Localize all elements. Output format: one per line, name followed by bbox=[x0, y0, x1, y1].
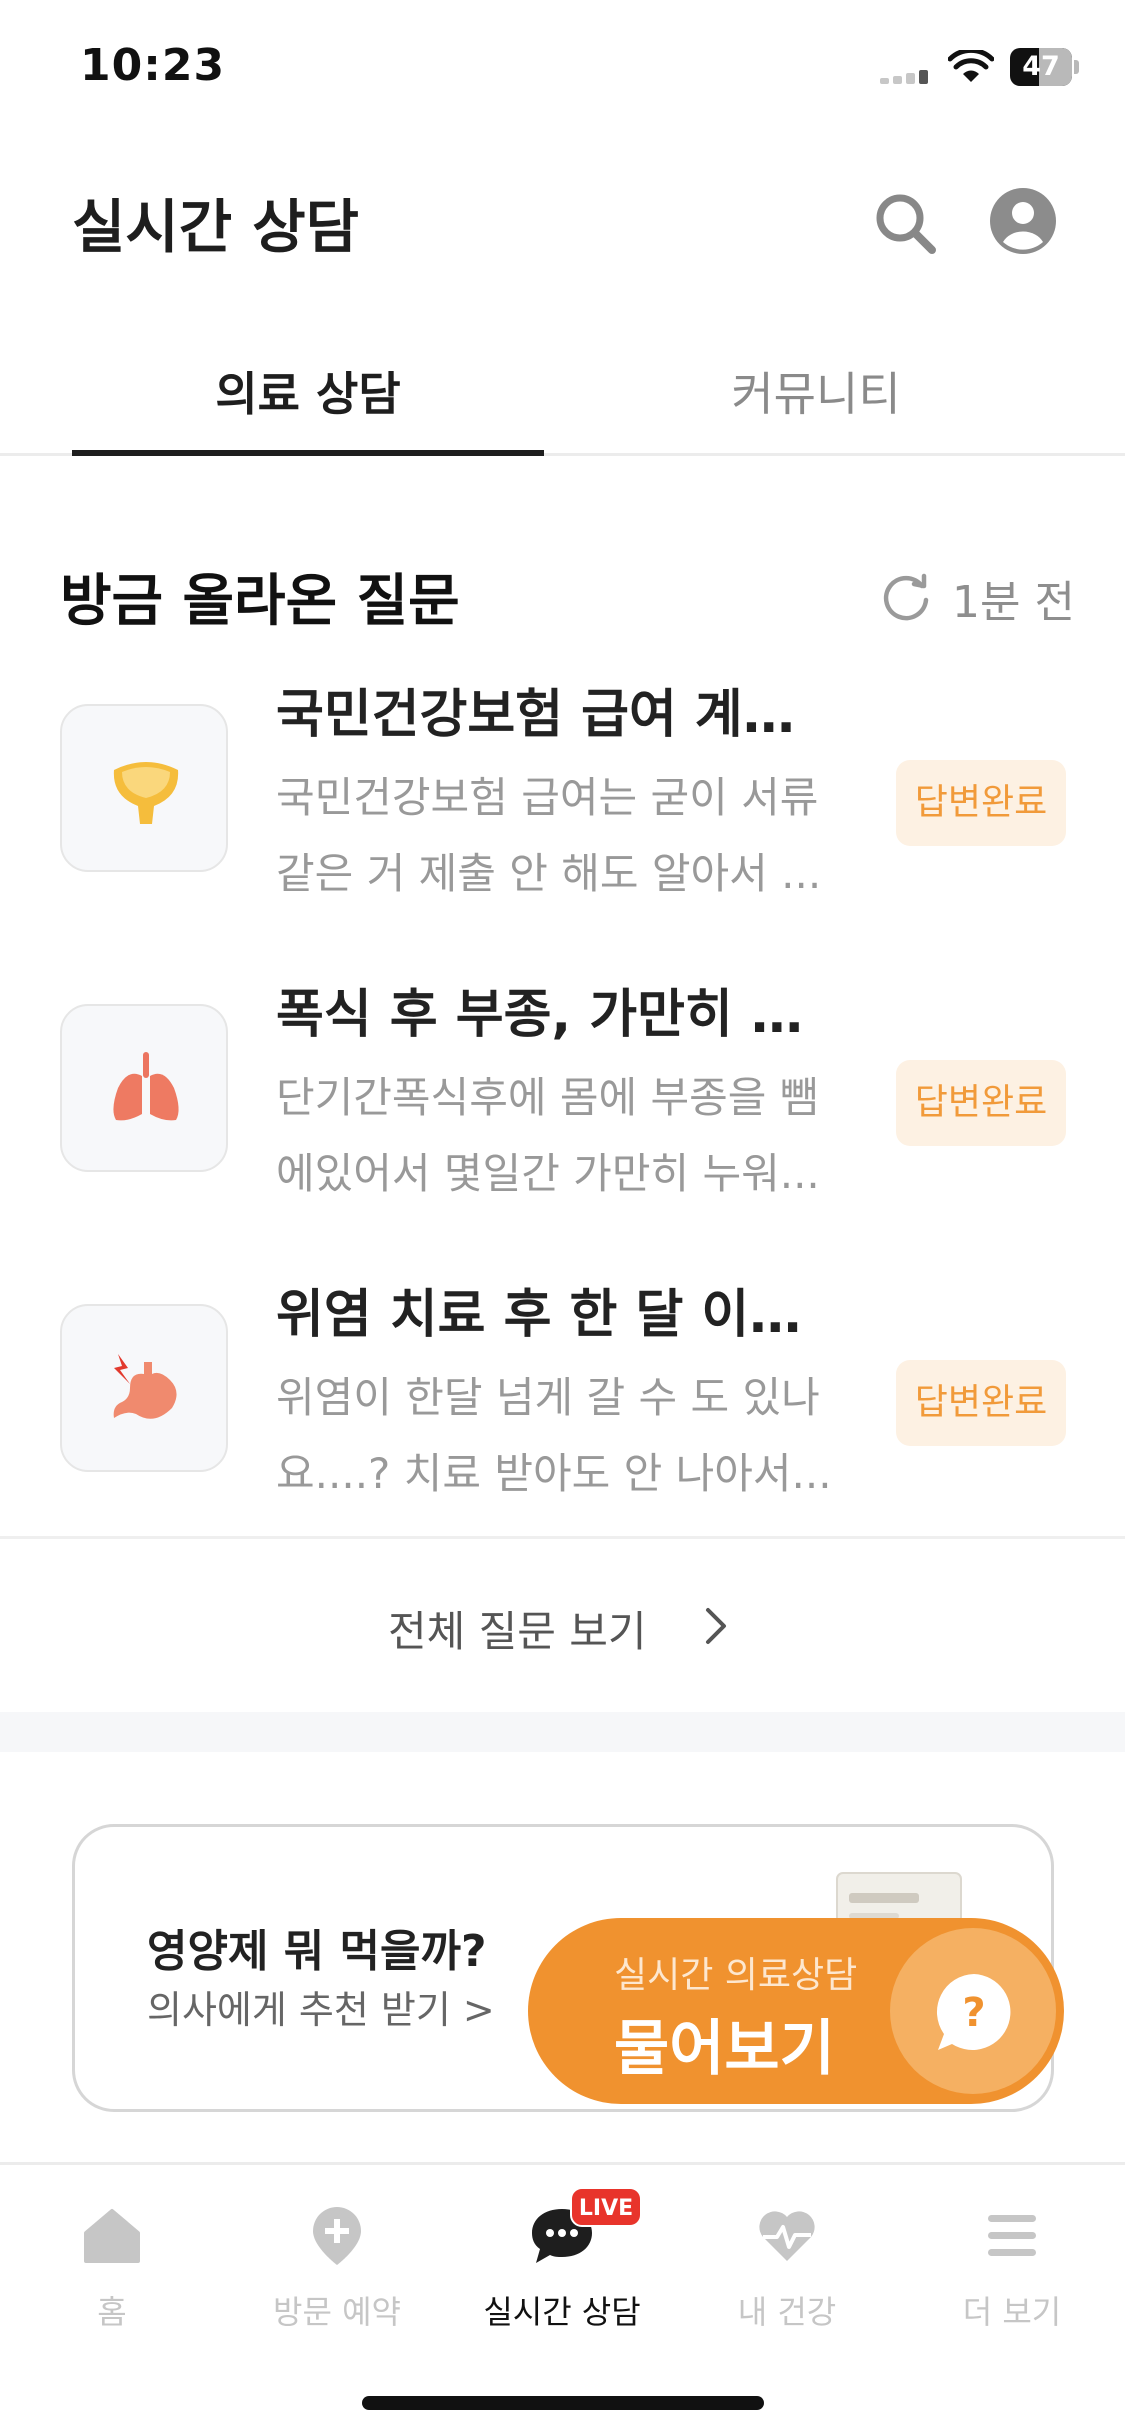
nav-my-health[interactable]: 내 건강 bbox=[687, 2195, 887, 2345]
status-time: 10:23 bbox=[80, 40, 226, 91]
location-plus-icon bbox=[313, 2207, 361, 2265]
chevron-right-icon bbox=[706, 1608, 726, 1644]
tab-medical-consult[interactable]: 의료 상담 bbox=[72, 358, 544, 424]
profile-icon[interactable] bbox=[988, 186, 1058, 256]
question-preview-line: 위염이 한달 넘게 갈 수 도 있나 bbox=[276, 1373, 820, 1422]
divider bbox=[0, 1536, 1125, 1539]
nav-label: 홈 bbox=[97, 2293, 127, 2331]
ask-icon-circle: ? bbox=[890, 1928, 1056, 2094]
question-item[interactable]: 위염 치료 후 한 달 이상 ... 위염이 한달 넘게 갈 수 도 있나 요.… bbox=[0, 1272, 1125, 1522]
answered-badge: 답변완료 bbox=[896, 1060, 1066, 1146]
question-preview: 위염이 한달 넘게 갈 수 도 있나 요....? 치료 받아도 안 나아서..… bbox=[276, 1360, 832, 1512]
banner-title: 영양제 뭐 먹을까? bbox=[147, 1926, 487, 1977]
nav-visit-booking[interactable]: 방문 예약 bbox=[237, 2195, 437, 2345]
answered-badge: 답변완료 bbox=[896, 760, 1066, 846]
answered-badge: 답변완료 bbox=[896, 1360, 1066, 1446]
section-title: 방금 올라온 질문 bbox=[60, 569, 460, 634]
tab-community[interactable]: 커뮤니티 bbox=[580, 358, 1052, 424]
refresh-icon[interactable] bbox=[878, 568, 934, 624]
updated-time: 1분 전 bbox=[952, 577, 1075, 628]
question-preview: 단기간폭식후에 몸에 부종을 뺌 에있어서 몇일간 가만히 누워... bbox=[276, 1060, 832, 1212]
nav-more[interactable]: 더 보기 bbox=[912, 2195, 1112, 2345]
ask-button-subtitle: 실시간 의료상담 bbox=[614, 1955, 858, 1996]
wifi-icon bbox=[948, 50, 994, 82]
heart-pulse-icon bbox=[759, 2211, 815, 2261]
nav-home[interactable]: 홈 bbox=[12, 2195, 212, 2345]
battery-icon: 47 bbox=[1010, 48, 1079, 86]
question-title: 국민건강보험 급여 계산... bbox=[276, 685, 836, 745]
live-badge: LIVE bbox=[570, 2187, 642, 2227]
lungs-icon bbox=[113, 1052, 179, 1121]
svg-text:?: ? bbox=[962, 1990, 985, 2036]
question-preview-line: 국민건강보험 급여는 굳이 서류 bbox=[276, 773, 819, 822]
battery-level: 47 bbox=[1022, 51, 1060, 82]
view-all-label: 전체 질문 보기 bbox=[388, 1607, 647, 1656]
question-preview-line: 단기간폭식후에 몸에 부종을 뺌 bbox=[276, 1073, 819, 1122]
question-icon-box bbox=[60, 1004, 228, 1172]
menu-icon bbox=[988, 2215, 1036, 2256]
view-all-questions-button[interactable]: 전체 질문 보기 bbox=[0, 1540, 1125, 1710]
question-bubble-icon: ? bbox=[936, 1974, 1011, 2050]
question-title: 폭식 후 부종, 가만히 누... bbox=[276, 985, 836, 1045]
bottom-nav: 홈 방문 예약 LIVE 실시간 상담 내 건강 더 보기 bbox=[0, 2162, 1125, 2436]
section-separator bbox=[0, 1712, 1125, 1752]
question-preview-line: 에있어서 몇일간 가만히 누워... bbox=[276, 1149, 820, 1198]
nav-label: 더 보기 bbox=[962, 2293, 1062, 2331]
home-icon bbox=[84, 2209, 140, 2263]
question-item[interactable]: 국민건강보험 급여 계산... 국민건강보험 급여는 굳이 서류 같은 거 제출… bbox=[0, 672, 1125, 922]
page-title: 실시간 상담 bbox=[72, 193, 359, 261]
question-icon-box bbox=[60, 1304, 228, 1472]
ask-doctor-button[interactable]: 실시간 의료상담 물어보기 ? bbox=[528, 1918, 1064, 2104]
question-preview-line: 요....? 치료 받아도 안 나아서... bbox=[276, 1449, 832, 1498]
tab-bar: 의료 상담 커뮤니티 bbox=[0, 330, 1125, 456]
search-icon[interactable] bbox=[870, 188, 940, 258]
nav-label: 내 건강 bbox=[737, 2293, 837, 2331]
active-tab-indicator bbox=[72, 450, 544, 456]
question-preview: 국민건강보험 급여는 굳이 서류 같은 거 제출 안 해도 알아서 ... bbox=[276, 760, 832, 912]
ask-button-label: 물어보기 bbox=[614, 2014, 835, 2084]
question-icon-box bbox=[60, 704, 228, 872]
question-item[interactable]: 폭식 후 부종, 가만히 누... 단기간폭식후에 몸에 부종을 뺌 에있어서 … bbox=[0, 972, 1125, 1222]
cellular-signal-icon bbox=[880, 68, 930, 84]
nav-label: 방문 예약 bbox=[273, 2293, 401, 2331]
status-bar: 10:23 47 bbox=[0, 0, 1125, 140]
home-indicator bbox=[362, 2396, 764, 2410]
stomach-icon bbox=[113, 1354, 177, 1419]
banner-subtitle: 의사에게 추천 받기 > bbox=[147, 1988, 495, 2032]
nav-live-consult[interactable]: LIVE 실시간 상담 bbox=[462, 2187, 662, 2345]
question-title: 위염 치료 후 한 달 이상 ... bbox=[276, 1285, 836, 1345]
nav-label: 실시간 상담 bbox=[483, 2293, 641, 2331]
bladder-icon bbox=[113, 762, 179, 824]
question-preview-line: 같은 거 제출 안 해도 알아서 ... bbox=[276, 849, 822, 898]
